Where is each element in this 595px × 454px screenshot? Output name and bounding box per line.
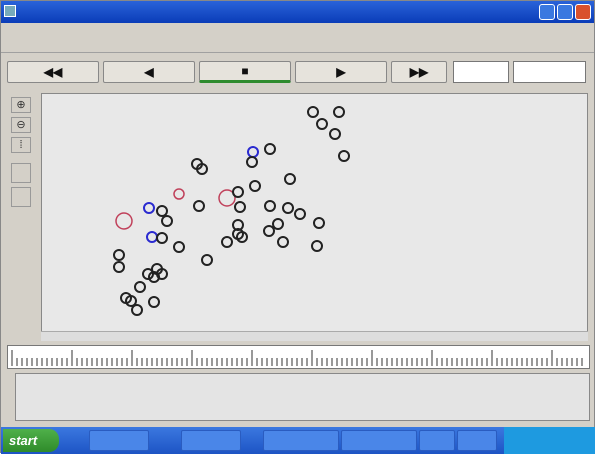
blank-button[interactable] — [11, 163, 31, 183]
taskbar-item[interactable] — [419, 430, 455, 451]
node[interactable] — [338, 150, 350, 162]
app-window-icon — [4, 5, 16, 17]
node[interactable] — [333, 106, 345, 118]
node[interactable] — [173, 241, 185, 253]
canvas-scrollbar[interactable] — [41, 331, 588, 341]
time-display — [453, 61, 509, 83]
fast-forward-button[interactable]: ▶▶ — [391, 61, 447, 83]
node[interactable] — [282, 202, 294, 214]
node[interactable] — [316, 118, 328, 130]
zoom-in-icon[interactable]: ⊕ — [11, 97, 31, 113]
node[interactable] — [161, 215, 173, 227]
node[interactable] — [201, 254, 213, 266]
node[interactable] — [284, 173, 296, 185]
node-red[interactable] — [173, 188, 185, 200]
node[interactable] — [249, 180, 261, 192]
node[interactable] — [148, 296, 160, 308]
node-blue[interactable] — [146, 231, 158, 243]
step-display[interactable] — [513, 61, 586, 83]
output-console — [15, 373, 590, 421]
taskbar-item[interactable] — [89, 430, 149, 451]
taskbar-item[interactable] — [457, 430, 497, 451]
node[interactable] — [113, 261, 125, 273]
node[interactable] — [221, 236, 233, 248]
minimize-button[interactable] — [539, 4, 555, 20]
nam-window: ◀◀ ◀ ■ ▶ ▶▶ ⊕ ⊖ ⁞ start — [0, 0, 595, 454]
blank-button[interactable] — [11, 187, 31, 207]
maximize-button[interactable] — [557, 4, 573, 20]
node[interactable] — [134, 281, 146, 293]
node[interactable] — [264, 143, 276, 155]
node[interactable] — [246, 156, 258, 168]
node[interactable] — [156, 205, 168, 217]
network-canvas[interactable] — [41, 93, 588, 341]
node[interactable] — [193, 200, 205, 212]
timeline-ticks — [11, 350, 583, 366]
node-group-top-right — [307, 106, 350, 162]
start-button[interactable]: start — [3, 429, 59, 452]
node-group-main — [113, 143, 325, 316]
node-blue[interactable] — [247, 146, 259, 158]
network-topology — [113, 106, 350, 316]
layout-icon[interactable]: ⁞ — [11, 137, 31, 153]
node-red-highlight[interactable] — [115, 212, 133, 230]
play-button[interactable]: ▶ — [295, 61, 387, 83]
node[interactable] — [307, 106, 319, 118]
node[interactable] — [294, 208, 306, 220]
node[interactable] — [232, 186, 244, 198]
system-tray-clock — [504, 427, 595, 454]
node[interactable] — [234, 201, 246, 213]
node[interactable] — [113, 249, 125, 261]
zoom-toolbar: ⊕ ⊖ ⁞ — [7, 93, 35, 341]
node[interactable] — [156, 232, 168, 244]
taskbar-item[interactable] — [181, 430, 241, 451]
taskbar-item[interactable] — [341, 430, 417, 451]
node[interactable] — [264, 200, 276, 212]
rewind-button[interactable]: ◀◀ — [7, 61, 99, 83]
close-button[interactable] — [575, 4, 591, 20]
title-bar[interactable] — [1, 1, 594, 23]
node[interactable] — [263, 225, 275, 237]
node[interactable] — [131, 304, 143, 316]
taskbar-item[interactable] — [263, 430, 339, 451]
node-blue[interactable] — [143, 202, 155, 214]
node[interactable] — [142, 268, 154, 280]
node[interactable] — [311, 240, 323, 252]
zoom-out-icon[interactable]: ⊖ — [11, 117, 31, 133]
taskbar: start — [1, 427, 595, 454]
node[interactable] — [277, 236, 289, 248]
menu-bar — [1, 23, 594, 53]
step-back-button[interactable]: ◀ — [103, 61, 195, 83]
node[interactable] — [329, 128, 341, 140]
timeline-ruler[interactable] — [7, 345, 590, 369]
playback-controls: ◀◀ ◀ ■ ▶ ▶▶ — [7, 57, 590, 87]
node[interactable] — [272, 218, 284, 230]
stop-button[interactable]: ■ — [199, 61, 291, 83]
node[interactable] — [313, 217, 325, 229]
